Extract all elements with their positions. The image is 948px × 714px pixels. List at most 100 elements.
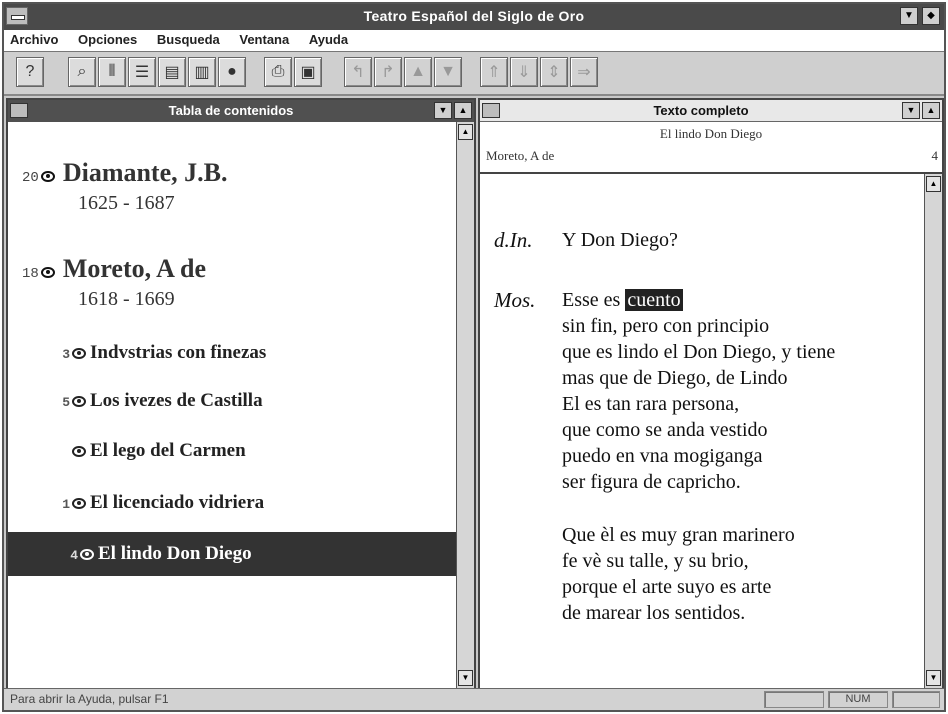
author-years: 1618 - 1669 bbox=[78, 288, 175, 310]
print-icon[interactable]: ⎙ bbox=[264, 57, 292, 87]
author-name: Diamante, J.B. bbox=[62, 158, 228, 187]
text-pane-title: Texto completo bbox=[653, 103, 749, 118]
page-up-icon[interactable]: ⇑ bbox=[480, 57, 508, 87]
eye-icon bbox=[72, 396, 86, 407]
verse-line: Que èl es muy gran marinero bbox=[562, 524, 795, 546]
save-icon[interactable]: ▣ bbox=[294, 57, 322, 87]
status-bar: Para abrir la Ayuda, pulsar F1 NUM bbox=[4, 688, 944, 710]
verse-line: sin fin, pero con principio bbox=[562, 315, 770, 337]
work-title: Los ivezes de Castilla bbox=[90, 390, 263, 411]
page-down-icon[interactable]: ⇓ bbox=[510, 57, 538, 87]
menu-ayuda[interactable]: Ayuda bbox=[301, 30, 356, 47]
pane-maximize-button[interactable]: ▲ bbox=[922, 102, 940, 119]
status-cell bbox=[764, 691, 824, 708]
pane-minimize-button[interactable]: ▼ bbox=[902, 102, 920, 119]
work-title: El lego del Carmen bbox=[90, 440, 246, 461]
app-window: Teatro Español del Siglo de Oro ▼ ◆ Arch… bbox=[2, 2, 946, 712]
toc-author-item[interactable]: 18 Moreto, A de 1618 - 1669 bbox=[22, 254, 207, 310]
toc-work-item-selected[interactable]: 4 El lindo Don Diego bbox=[8, 532, 456, 576]
search-icon[interactable]: ⌕ bbox=[68, 57, 96, 87]
scroll-up-arrow-icon[interactable]: ▲ bbox=[458, 124, 473, 140]
contents-scrollbar[interactable]: ▲ ▼ bbox=[456, 122, 474, 688]
work-title: El lindo Don Diego bbox=[98, 543, 252, 564]
verse-line: Y Don Diego? bbox=[562, 229, 678, 251]
verse-line: que es lindo el Don Diego, y tiene bbox=[562, 341, 836, 363]
pane-maximize-button[interactable]: ▲ bbox=[454, 102, 472, 119]
contents-pane: Tabla de contenidos ▼ ▲ 20 Diamante, J.B.… bbox=[6, 98, 476, 690]
menu-archivo[interactable]: Archivo bbox=[4, 30, 66, 47]
eye-icon bbox=[72, 498, 86, 509]
book-icon[interactable]: ▥ bbox=[188, 57, 216, 87]
toc-author-item[interactable]: 20 Diamante, J.B. 1625 - 1687 bbox=[22, 158, 228, 214]
column-icon[interactable]: ⫴ bbox=[98, 57, 126, 87]
down-icon[interactable]: ▼ bbox=[434, 57, 462, 87]
eye-icon bbox=[72, 348, 86, 359]
contents-pane-titlebar: Tabla de contenidos ▼ ▲ bbox=[8, 100, 474, 122]
work-count: 1 bbox=[62, 497, 70, 512]
status-message: Para abrir la Ayuda, pulsar F1 bbox=[10, 692, 169, 706]
verse-line: El es tan rara persona, bbox=[562, 393, 740, 415]
speaker-label: Mos. bbox=[494, 288, 536, 312]
verse-line: mas que de Diego, de Lindo bbox=[562, 367, 788, 389]
work-count: 3 bbox=[62, 347, 70, 362]
author-count: 18 bbox=[22, 266, 39, 282]
table-of-contents: 20 Diamante, J.B. 1625 - 1687 18 Moreto, A… bbox=[8, 122, 456, 688]
author-name: Moreto, A de bbox=[62, 254, 207, 283]
eye-icon bbox=[40, 171, 55, 182]
eye-icon bbox=[80, 549, 94, 560]
contents-pane-title: Tabla de contenidos bbox=[168, 103, 294, 118]
work-count: 5 bbox=[62, 395, 70, 410]
verse-line: que como se anda vestido bbox=[562, 419, 768, 441]
pane-menu-button[interactable] bbox=[10, 103, 28, 118]
author-years: 1625 - 1687 bbox=[78, 192, 175, 214]
pane-minimize-button[interactable]: ▼ bbox=[434, 102, 452, 119]
toc-work-item[interactable]: 3 Indvstrias con finezas bbox=[58, 342, 266, 364]
menu-bar: Archivo Opciones Busqueda Ventana Ayuda bbox=[4, 30, 944, 52]
back-icon[interactable]: ↰ bbox=[344, 57, 372, 87]
menu-ventana[interactable]: Ventana bbox=[231, 30, 297, 47]
text-header: El lindo Don Diego Moreto, A de 4 bbox=[480, 122, 942, 174]
window-title: Teatro Español del Siglo de Oro bbox=[363, 8, 585, 24]
scroll-up-arrow-icon[interactable]: ▲ bbox=[926, 176, 941, 192]
verse-line: fe vè su talle, y su brio, bbox=[562, 550, 749, 572]
toolbar: ? ⌕ ⫴ ☰ ▤ ▥ ● ⎙ ▣ ↰ ↱ ▲ ▼ ⇑ ⇓ ⇕ ⇒ bbox=[4, 52, 944, 96]
stop-icon[interactable]: ● bbox=[218, 57, 246, 87]
page-number: 4 bbox=[931, 148, 939, 163]
verse-line: ser figura de capricho. bbox=[562, 471, 741, 493]
help-icon[interactable]: ? bbox=[16, 57, 44, 87]
verse-line: Esse es cuento bbox=[562, 289, 683, 312]
work-count: 4 bbox=[70, 548, 78, 563]
work-title: El licenciado vidriera bbox=[90, 492, 265, 513]
verse-text: Esse es bbox=[562, 289, 626, 311]
scroll-down-arrow-icon[interactable]: ▼ bbox=[926, 670, 941, 686]
work-title: El lindo Don Diego bbox=[659, 126, 763, 141]
verse-line: puedo en vna mogiganga bbox=[562, 445, 763, 467]
minimize-button[interactable]: ▼ bbox=[900, 7, 918, 25]
list-icon[interactable]: ☰ bbox=[128, 57, 156, 87]
play-text: d.In. Y Don Diego? Mos. Esse es cuento s… bbox=[480, 176, 924, 688]
verse-line: de marear los sentidos. bbox=[562, 602, 746, 624]
maximize-button[interactable]: ◆ bbox=[922, 7, 940, 25]
jump-icon[interactable]: ⇕ bbox=[540, 57, 568, 87]
eye-icon bbox=[40, 267, 55, 278]
title-bar: Teatro Español del Siglo de Oro ▼ ◆ bbox=[4, 4, 944, 30]
status-cell bbox=[892, 691, 940, 708]
highlighted-word[interactable]: cuento bbox=[625, 289, 683, 311]
menu-opciones[interactable]: Opciones bbox=[70, 30, 145, 47]
menu-busqueda[interactable]: Busqueda bbox=[149, 30, 228, 47]
eye-icon bbox=[72, 446, 86, 457]
forward-icon[interactable]: ↱ bbox=[374, 57, 402, 87]
table-icon[interactable]: ▤ bbox=[158, 57, 186, 87]
toc-work-item[interactable]: 1 El licenciado vidriera bbox=[58, 492, 264, 514]
work-title: Indvstrias con finezas bbox=[90, 342, 267, 363]
author-count: 20 bbox=[22, 170, 39, 186]
next-icon[interactable]: ⇒ bbox=[570, 57, 598, 87]
pane-menu-button[interactable] bbox=[482, 103, 500, 118]
up-icon[interactable]: ▲ bbox=[404, 57, 432, 87]
text-scrollbar[interactable]: ▲ ▼ bbox=[924, 174, 942, 688]
toc-work-item[interactable]: 5 Los ivezes de Castilla bbox=[58, 390, 263, 412]
num-lock-indicator: NUM bbox=[828, 691, 888, 708]
toc-work-item[interactable]: El lego del Carmen bbox=[58, 440, 246, 462]
scroll-down-arrow-icon[interactable]: ▼ bbox=[458, 670, 473, 686]
work-author: Moreto, A de bbox=[486, 148, 555, 163]
